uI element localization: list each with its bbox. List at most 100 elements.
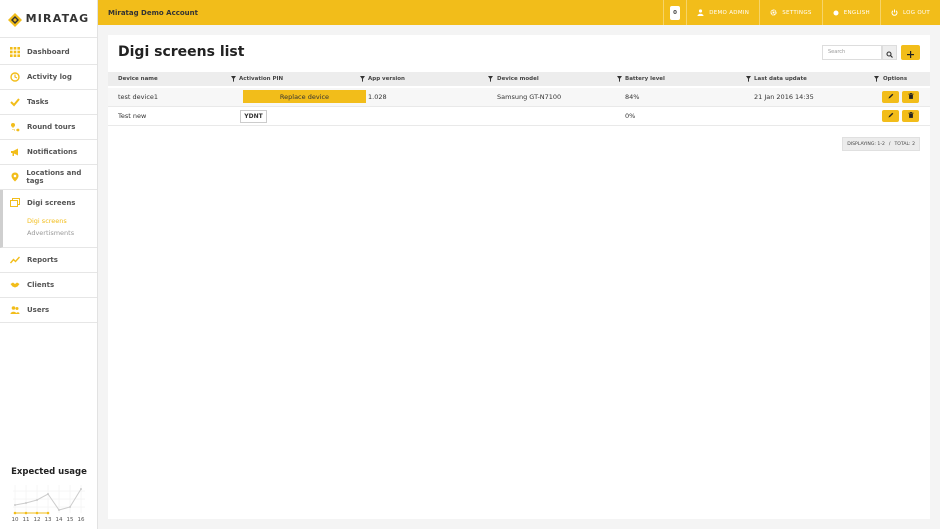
column-header-battery-level[interactable]: Battery level (625, 72, 665, 86)
page-title: Digi screens list (118, 44, 245, 60)
user-name: DEMO ADMIN (709, 9, 750, 16)
main-panel: Digi screens list Search Device name Act… (108, 35, 930, 519)
sidebar-nav-lower: Reports Clients Users (0, 248, 97, 323)
filter-icon[interactable] (488, 76, 493, 82)
sidebar-item-clients[interactable]: Clients (0, 273, 97, 298)
edit-button[interactable] (882, 91, 899, 103)
pencil-icon (888, 112, 894, 120)
grid-icon (9, 46, 21, 58)
miratag-logo-icon (7, 12, 22, 27)
screens-icon (9, 197, 21, 209)
sidebar-item-label: Round tours (27, 123, 76, 131)
edit-button[interactable] (882, 110, 899, 122)
account-name: Miratag Demo Account (108, 8, 198, 17)
logout-button[interactable]: LOG OUT (879, 0, 940, 25)
sidebar-nav: Dashboard Activity log Tasks Round tours… (0, 40, 97, 190)
pin-icon (9, 171, 20, 183)
sidebar-item-digi-screens[interactable]: Digi screens (3, 190, 97, 215)
sidebar-item-label: Reports (27, 256, 58, 264)
usage-day-label: 10 (12, 517, 19, 523)
usage-day-label: 11 (23, 517, 30, 523)
sidebar-item-reports[interactable]: Reports (0, 248, 97, 273)
filter-icon[interactable] (617, 76, 622, 82)
total-count: TOTAL: 2 (894, 141, 915, 147)
handshake-icon (9, 279, 21, 291)
expected-usage-chart: 10 11 12 13 14 15 16 (12, 485, 85, 523)
pencil-icon (888, 93, 894, 101)
power-icon (891, 9, 898, 16)
displaying-range: DISPLAYING: 1-2 (847, 141, 885, 147)
notification-count-badge: 0 (670, 5, 681, 20)
search-button[interactable] (882, 45, 897, 60)
sidebar-item-dashboard[interactable]: Dashboard (0, 40, 97, 65)
logout-label: LOG OUT (902, 9, 930, 16)
trash-icon (908, 93, 914, 101)
language-label: ENGLISH (843, 9, 870, 16)
usage-day-label: 12 (34, 517, 41, 523)
plus-icon (907, 43, 914, 62)
globe-icon (833, 10, 839, 16)
language-selector[interactable]: ENGLISH (821, 0, 880, 25)
user-menu[interactable]: DEMO ADMIN (686, 0, 759, 25)
sidebar-item-label: Clients (27, 281, 55, 289)
sidebar-subitem-digi-screens[interactable]: Digi screens (3, 215, 97, 227)
settings-label: SETTINGS (782, 9, 812, 16)
user-icon (697, 9, 704, 16)
sidebar-item-label: Tasks (27, 98, 49, 106)
usage-day-label: 14 (56, 517, 63, 523)
sidebar-item-round-tours[interactable]: Round tours (0, 115, 97, 140)
table-row: test device1 Replace device 1.028 Samsun… (108, 88, 930, 107)
gear-icon (770, 9, 777, 16)
route-icon (9, 121, 21, 133)
search-input[interactable]: Search (822, 45, 882, 60)
sidebar-item-users[interactable]: Users (0, 298, 97, 323)
sidebar-item-label: Digi screens (27, 198, 76, 207)
sidebar: MIRATAG Dashboard Activity log Tasks Rou… (0, 0, 98, 529)
history-icon (9, 71, 21, 83)
delete-button[interactable] (902, 91, 919, 103)
delete-button[interactable] (902, 110, 919, 122)
sidebar-item-label: Users (27, 306, 50, 314)
check-icon (9, 96, 21, 108)
battery-level-cell: 84% (625, 93, 640, 101)
pagination-info: DISPLAYING: 1-2 / TOTAL: 2 (842, 137, 920, 151)
filter-icon[interactable] (231, 76, 236, 82)
activation-pin-value: YDNT (240, 110, 267, 123)
filter-icon[interactable] (746, 76, 751, 82)
sidebar-item-label: Activity log (27, 73, 72, 81)
sidebar-item-label: Dashboard (27, 48, 70, 56)
top-bar: Miratag Demo Account 0 DEMO ADMIN SETTIN… (98, 0, 940, 25)
last-update-cell: 21 Jan 2016 14:35 (754, 93, 814, 101)
sidebar-item-activity-log[interactable]: Activity log (0, 65, 97, 90)
filter-icon[interactable] (874, 76, 879, 82)
sidebar-item-tasks[interactable]: Tasks (0, 90, 97, 115)
battery-level-cell: 0% (625, 112, 636, 120)
brand-name: MIRATAG (25, 12, 90, 25)
sidebar-group-digi-screens: Digi screens Digi screens Advertisments (0, 190, 97, 248)
sidebar-item-locations-and-tags[interactable]: Locations and tags (0, 165, 97, 190)
column-header-last-data-update[interactable]: Last data update (754, 72, 807, 86)
column-header-device-name[interactable]: Device name (118, 72, 158, 86)
device-name-cell: Test new (118, 112, 147, 120)
settings-button[interactable]: SETTINGS (759, 0, 821, 25)
trash-icon (908, 112, 914, 120)
add-digi-screen-button[interactable] (901, 45, 920, 60)
device-name-cell: test device1 (118, 93, 159, 101)
column-header-device-model[interactable]: Device model (497, 72, 539, 86)
usage-day-label: 15 (67, 517, 74, 523)
sidebar-subitem-advertisments[interactable]: Advertisments (3, 227, 97, 239)
usage-day-label: 16 (78, 517, 85, 523)
column-header-app-version[interactable]: App version (368, 72, 405, 86)
sidebar-item-label: Locations and tags (26, 169, 82, 185)
logo[interactable]: MIRATAG (0, 0, 97, 38)
notifications-button[interactable]: 0 (663, 0, 686, 25)
app-version-cell: 1.028 (368, 93, 387, 101)
expected-usage-title: Expected usage (11, 467, 87, 477)
expected-usage-widget: Expected usage 10 11 12 13 14 15 16 (0, 467, 98, 523)
table-row: Test new YDNT 0% (108, 107, 930, 126)
sidebar-item-notifications[interactable]: Notifications (0, 140, 97, 165)
column-header-activation-pin[interactable]: Activation PIN (239, 72, 283, 86)
replace-device-button[interactable]: Replace device (243, 90, 366, 103)
filter-icon[interactable] (360, 76, 365, 82)
device-model-cell: Samsung GT-N7100 (497, 93, 562, 101)
